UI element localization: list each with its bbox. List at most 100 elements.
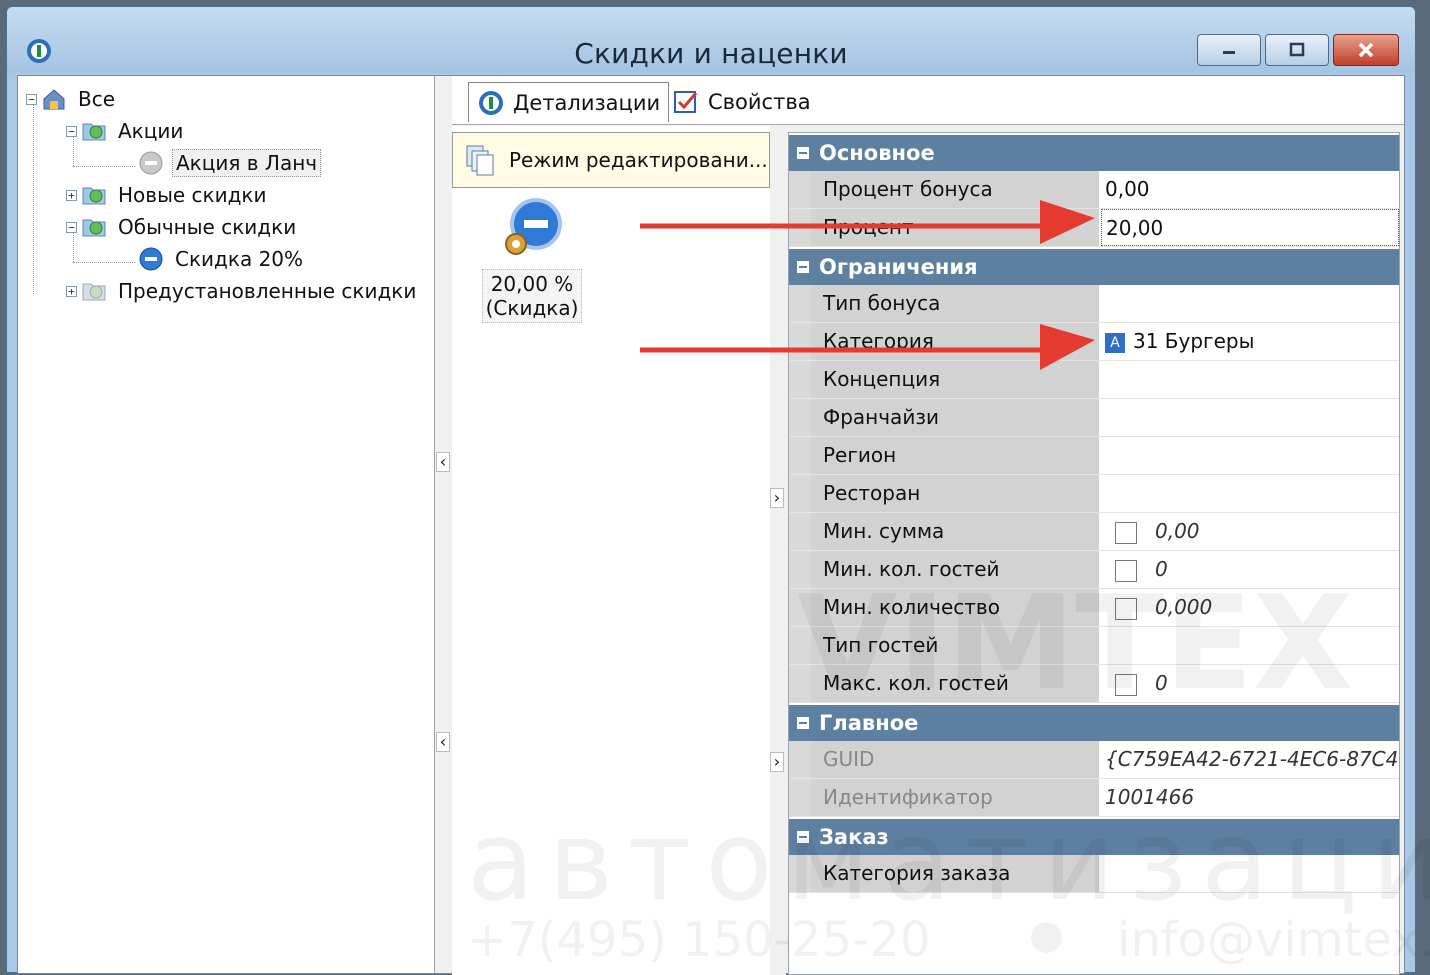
tree-item-regular-discounts[interactable]: − Обычные скидки bbox=[66, 212, 299, 242]
prop-row[interactable]: Мин. сумма 0,00 bbox=[789, 513, 1399, 551]
prop-row[interactable]: Идентификатор 1001466 bbox=[789, 779, 1399, 817]
prop-value-field[interactable]: 0,000 bbox=[1101, 589, 1399, 626]
prop-value[interactable] bbox=[1101, 285, 1399, 322]
prop-value[interactable]: 0,00 bbox=[1101, 171, 1399, 208]
prop-value[interactable] bbox=[1101, 399, 1399, 436]
prop-row[interactable]: Франчайзи bbox=[789, 399, 1399, 437]
guid-value[interactable]: {C759EA42-6721-4EC6-87C4- bbox=[1101, 741, 1399, 778]
tree-line bbox=[73, 262, 135, 263]
id-value[interactable]: 1001466 bbox=[1101, 779, 1399, 816]
folder-icon bbox=[82, 187, 106, 205]
collapse-toggle[interactable]: − bbox=[66, 125, 77, 137]
prop-row[interactable]: Категория A 31 Бургеры bbox=[789, 323, 1399, 361]
category-label: Главное bbox=[819, 711, 919, 735]
prop-name: Процент бонуса bbox=[789, 171, 1099, 208]
prop-name: Категория bbox=[789, 323, 1099, 360]
prop-row[interactable]: Тип гостей bbox=[789, 627, 1399, 665]
edit-mode-label: Режим редактировани... bbox=[509, 148, 768, 172]
expand-arrow-icon[interactable]: › bbox=[770, 752, 784, 772]
min-quantity-checkbox[interactable] bbox=[1115, 597, 1137, 620]
prop-value-field[interactable]: 0 bbox=[1101, 551, 1399, 588]
prop-name: Макс. кол. гостей bbox=[789, 665, 1099, 702]
min-sum-checkbox[interactable] bbox=[1115, 521, 1137, 544]
tree-item-label: Акция в Ланч bbox=[172, 149, 322, 177]
prop-row[interactable]: Процент 20,00 bbox=[789, 209, 1399, 247]
expand-toggle[interactable]: + bbox=[66, 189, 77, 201]
percent-input[interactable]: 20,00 bbox=[1101, 209, 1399, 246]
minimize-button[interactable] bbox=[1197, 34, 1261, 66]
tree-item-new-discounts[interactable]: + Новые скидки bbox=[66, 180, 270, 210]
discount-value: 20,00 % bbox=[490, 272, 574, 296]
min-guests-checkbox[interactable] bbox=[1115, 559, 1137, 582]
close-button[interactable] bbox=[1333, 34, 1399, 66]
main-window: Скидки и наценки − Все − Акции Акция в Л… bbox=[6, 6, 1430, 975]
prop-name: Франчайзи bbox=[789, 399, 1099, 436]
discount-tile[interactable]: 20,00 % (Скидка) bbox=[482, 196, 582, 323]
prop-value[interactable] bbox=[1101, 855, 1399, 892]
tree-item-preset-discounts[interactable]: + Предустановленные скидки bbox=[66, 276, 419, 306]
collapse-toggle[interactable]: − bbox=[66, 221, 77, 233]
prop-row[interactable]: Тип бонуса bbox=[789, 285, 1399, 323]
tab-bar: Детализации Свойства bbox=[452, 76, 1404, 125]
minimize-icon bbox=[1223, 51, 1235, 54]
prop-value[interactable] bbox=[1101, 627, 1399, 664]
prop-value[interactable] bbox=[1101, 437, 1399, 474]
collapse-arrow-icon[interactable]: ‹ bbox=[436, 452, 450, 472]
collapse-icon[interactable] bbox=[797, 831, 809, 843]
expand-arrow-icon[interactable]: › bbox=[770, 488, 784, 508]
category-restrictions[interactable]: Ограничения bbox=[789, 249, 1399, 285]
prop-row[interactable]: Категория заказа bbox=[789, 855, 1399, 893]
tree-item-label: Скидка 20% bbox=[175, 247, 304, 271]
tree-item-lunch-action[interactable]: Акция в Ланч bbox=[138, 148, 322, 178]
prop-row[interactable]: Макс. кол. гостей 0 bbox=[789, 665, 1399, 703]
collapse-arrow-icon[interactable]: ‹ bbox=[436, 732, 450, 752]
prop-row[interactable]: Мин. кол. гостей 0 bbox=[789, 551, 1399, 589]
prop-row[interactable]: Концепция bbox=[789, 361, 1399, 399]
tree-item-all[interactable]: − Все bbox=[26, 84, 118, 114]
close-icon bbox=[1358, 42, 1374, 58]
tree-item-label: Предустановленные скидки bbox=[118, 279, 417, 303]
prop-value[interactable] bbox=[1101, 475, 1399, 512]
prop-row[interactable]: Мин. количество 0,000 bbox=[789, 589, 1399, 627]
prop-row[interactable]: Регион bbox=[789, 437, 1399, 475]
tab-properties[interactable]: Свойства bbox=[664, 82, 819, 122]
maximize-button[interactable] bbox=[1265, 34, 1329, 66]
prop-value: 0 bbox=[1155, 557, 1168, 581]
category-general[interactable]: Главное bbox=[789, 705, 1399, 741]
prop-row[interactable]: GUID {C759EA42-6721-4EC6-87C4- bbox=[789, 741, 1399, 779]
prop-row[interactable]: Ресторан bbox=[789, 475, 1399, 513]
tree-item-label: Акции bbox=[118, 119, 184, 143]
prop-name: Идентификатор bbox=[789, 779, 1099, 816]
category-order[interactable]: Заказ bbox=[789, 819, 1399, 855]
collapse-toggle[interactable]: − bbox=[26, 93, 37, 105]
tree-item-actions[interactable]: − Акции bbox=[66, 116, 186, 146]
prop-name: GUID bbox=[789, 741, 1099, 778]
collapse-icon[interactable] bbox=[797, 717, 809, 729]
category-label: Ограничения bbox=[819, 255, 978, 279]
window-controls bbox=[1197, 34, 1399, 66]
tab-details[interactable]: Детализации bbox=[468, 82, 670, 122]
prop-value[interactable] bbox=[1101, 361, 1399, 398]
prop-value-field[interactable]: 0,00 bbox=[1101, 513, 1399, 550]
discount-disabled-icon bbox=[139, 151, 163, 175]
expand-toggle[interactable]: + bbox=[66, 285, 77, 297]
prop-name: Мин. количество bbox=[789, 589, 1099, 626]
max-guests-checkbox[interactable] bbox=[1115, 673, 1137, 696]
collapse-icon[interactable] bbox=[797, 261, 809, 273]
category-main[interactable]: Основное bbox=[789, 135, 1399, 171]
folder-icon bbox=[82, 219, 106, 237]
collapse-icon[interactable] bbox=[797, 147, 809, 159]
tree-item-discount-20[interactable]: Скидка 20% bbox=[138, 244, 306, 274]
tree-splitter[interactable]: ‹ ‹ bbox=[436, 76, 450, 973]
discount-tree: − Все − Акции Акция в Ланч + Новые скидк… bbox=[18, 76, 435, 973]
folder-icon bbox=[82, 283, 106, 301]
category-value[interactable]: A 31 Бургеры bbox=[1101, 323, 1399, 360]
checkbox-icon bbox=[674, 91, 698, 113]
prop-value-field[interactable]: 0 bbox=[1101, 665, 1399, 702]
edit-mode-button[interactable]: Режим редактировани... bbox=[452, 132, 770, 188]
title-bar[interactable]: Скидки и наценки bbox=[7, 7, 1415, 73]
details-splitter[interactable]: › › bbox=[770, 126, 786, 975]
category-label: Заказ bbox=[819, 825, 889, 849]
prop-row[interactable]: Процент бонуса 0,00 bbox=[789, 171, 1399, 209]
prop-value: 0,000 bbox=[1155, 595, 1213, 619]
